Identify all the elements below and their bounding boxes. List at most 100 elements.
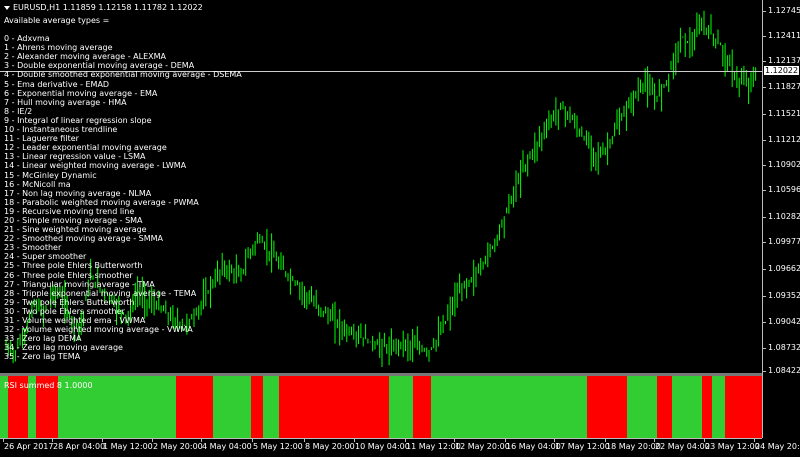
price-label: 1.09662 — [768, 264, 800, 273]
price-label: 1.11521 — [768, 109, 800, 118]
average-type-item: 34 - Zero lag moving average — [4, 343, 123, 353]
average-type-item: 17 - Non lag moving average - NLMA — [4, 188, 152, 198]
price-label: 1.08732 — [768, 343, 800, 352]
price-label: 1.11212 — [768, 135, 800, 144]
time-label: 5 May 12:00 — [253, 442, 303, 451]
price-tick — [763, 269, 766, 270]
average-types-overlay: Available average types = 0 - Adxvma 1 -… — [4, 16, 242, 361]
rsi-block-red — [587, 376, 627, 438]
average-type-item: 32 - Volume weighted moving average - VW… — [4, 325, 193, 335]
price-label: 1.10596 — [768, 185, 800, 194]
average-type-item: 35 - Zero lag TEMA — [4, 352, 81, 362]
price-label: 1.12137 — [768, 56, 800, 65]
price-label: 1.11827 — [768, 82, 800, 91]
price-axis[interactable]: 1.12745 1.12411 1.12137 1.12022 1.11827 … — [762, 0, 800, 438]
average-type-item: 3 - Double exponential moving average - … — [4, 61, 195, 71]
time-label: 12 May 20:00 — [455, 442, 510, 451]
time-label: 28 Apr 04:00 — [53, 442, 106, 451]
average-type-item: 6 - Exponential moving average - EMA — [4, 88, 158, 98]
price-tick — [763, 36, 766, 37]
price-label: 1.09977 — [768, 237, 800, 246]
average-type-item: 21 - Sine weighted moving average — [4, 225, 147, 235]
average-type-item: 5 - Ema derivative - EMAD — [4, 79, 110, 89]
average-type-item: 31 - Volume weighted ema - VWMA — [4, 316, 146, 325]
average-type-item: 18 - Parabolic weighted moving average -… — [4, 197, 199, 207]
average-type-item: 16 - McNicoll ma — [4, 179, 71, 189]
price-label: 1.09042 — [768, 317, 800, 326]
average-type-item: 23 - Smoother — [4, 243, 62, 253]
price-label: 1.08422 — [768, 366, 800, 375]
average-type-item: 20 - Simple moving average - SMA — [4, 215, 143, 225]
time-label: 11 May 12:00 — [406, 442, 461, 451]
time-label: 17 May 12:00 — [555, 442, 610, 451]
price-tick — [763, 322, 766, 323]
average-type-item: 19 - Recursive moving trend line — [4, 206, 135, 216]
rsi-block-red — [702, 376, 712, 438]
rsi-histogram — [0, 376, 762, 438]
price-tick — [763, 242, 766, 243]
average-type-item: 9 - Integral of linear regression slope — [4, 115, 152, 125]
rsi-block-red — [251, 376, 263, 438]
price-label: 1.12411 — [768, 31, 800, 40]
price-tick — [763, 190, 766, 191]
time-label: 1 May 12:00 — [103, 442, 153, 451]
rsi-block-red — [176, 376, 213, 438]
price-label: 1.10902 — [768, 160, 800, 169]
average-type-item: 0 - Adxvma — [4, 34, 50, 44]
rsi-block-red — [279, 376, 389, 438]
symbol-info: EURUSD,H1 1.11859 1.12158 1.11782 1.1202… — [13, 3, 203, 12]
chart-header: EURUSD,H1 1.11859 1.12158 1.11782 1.1202… — [4, 3, 203, 12]
rsi-block-red — [413, 376, 431, 438]
average-type-item: 15 - McGinley Dynamic — [4, 170, 97, 180]
price-label: 1.12745 — [768, 6, 800, 15]
price-tick — [763, 348, 766, 349]
average-type-item: 25 - Three pole Ehlers Butterworth — [4, 261, 143, 271]
price-label: 1.09352 — [768, 291, 800, 300]
price-tick — [763, 371, 766, 372]
rsi-block-green — [213, 376, 251, 438]
average-type-item: 14 - Linear weighted moving average - LW… — [4, 161, 187, 171]
rsi-block-green — [627, 376, 657, 438]
rsi-block-green — [263, 376, 279, 438]
price-tick — [763, 140, 766, 141]
average-type-item: 8 - IE/2 — [4, 106, 33, 116]
average-type-item: 4 - Double smoothed exponential moving a… — [4, 70, 242, 80]
price-tick — [763, 217, 766, 218]
average-type-item: 26 - Three pole Ehlers smoother — [4, 270, 133, 280]
time-label: 26 Apr 2017 — [4, 442, 54, 451]
indicator-label: RSI summed 8 1.0000 — [4, 381, 93, 390]
average-type-item: 30 - Two pole Ehlers smoother — [4, 306, 125, 316]
average-type-item: 24 - Super smoother — [4, 252, 87, 262]
average-type-item: 7 - Hull moving average - HMA — [4, 97, 127, 107]
price-tick — [763, 114, 766, 115]
rsi-block-green — [672, 376, 702, 438]
average-type-item: 2 - Alexander moving average - ALEXMA — [4, 52, 166, 62]
dropdown-triangle-icon[interactable] — [4, 5, 10, 10]
price-tick — [763, 296, 766, 297]
rsi-block-red — [725, 376, 762, 438]
average-type-item: 11 - Laguerre filter — [4, 134, 79, 144]
average-type-item: 22 - Smoothed moving average - SMMA — [4, 234, 163, 244]
average-type-item: 27 - Triangular moving average - TMA — [4, 279, 155, 289]
average-type-item: 29 - Two pole Ehlers Butterworth — [4, 297, 135, 307]
time-label: 10 May 04:00 — [355, 442, 410, 451]
time-label: 16 May 04:00 — [506, 442, 561, 451]
indicator-window[interactable] — [0, 376, 762, 438]
price-tick — [763, 11, 766, 12]
rsi-block-green — [712, 376, 725, 438]
price-label: 1.10282 — [768, 212, 800, 221]
time-label: 24 May 20:00 — [755, 442, 800, 451]
price-tick — [763, 87, 766, 88]
price-tick — [763, 165, 766, 166]
average-type-item: 1 - Ahrens moving average — [4, 43, 113, 53]
average-type-item: 12 - Leader exponential moving average — [4, 143, 167, 153]
time-axis[interactable]: 26 Apr 2017 28 Apr 04:00 1 May 12:00 2 M… — [0, 438, 800, 457]
current-price-label: 1.12022 — [764, 66, 800, 75]
time-label: 18 May 20:00 — [606, 442, 661, 451]
rsi-block-green — [389, 376, 413, 438]
time-label: 23 May 12:00 — [705, 442, 760, 451]
time-label: 8 May 20:00 — [305, 442, 355, 451]
rsi-block-green — [431, 376, 587, 438]
time-label: 4 May 04:00 — [202, 442, 252, 451]
average-types-title: Available average types = — [4, 16, 110, 25]
